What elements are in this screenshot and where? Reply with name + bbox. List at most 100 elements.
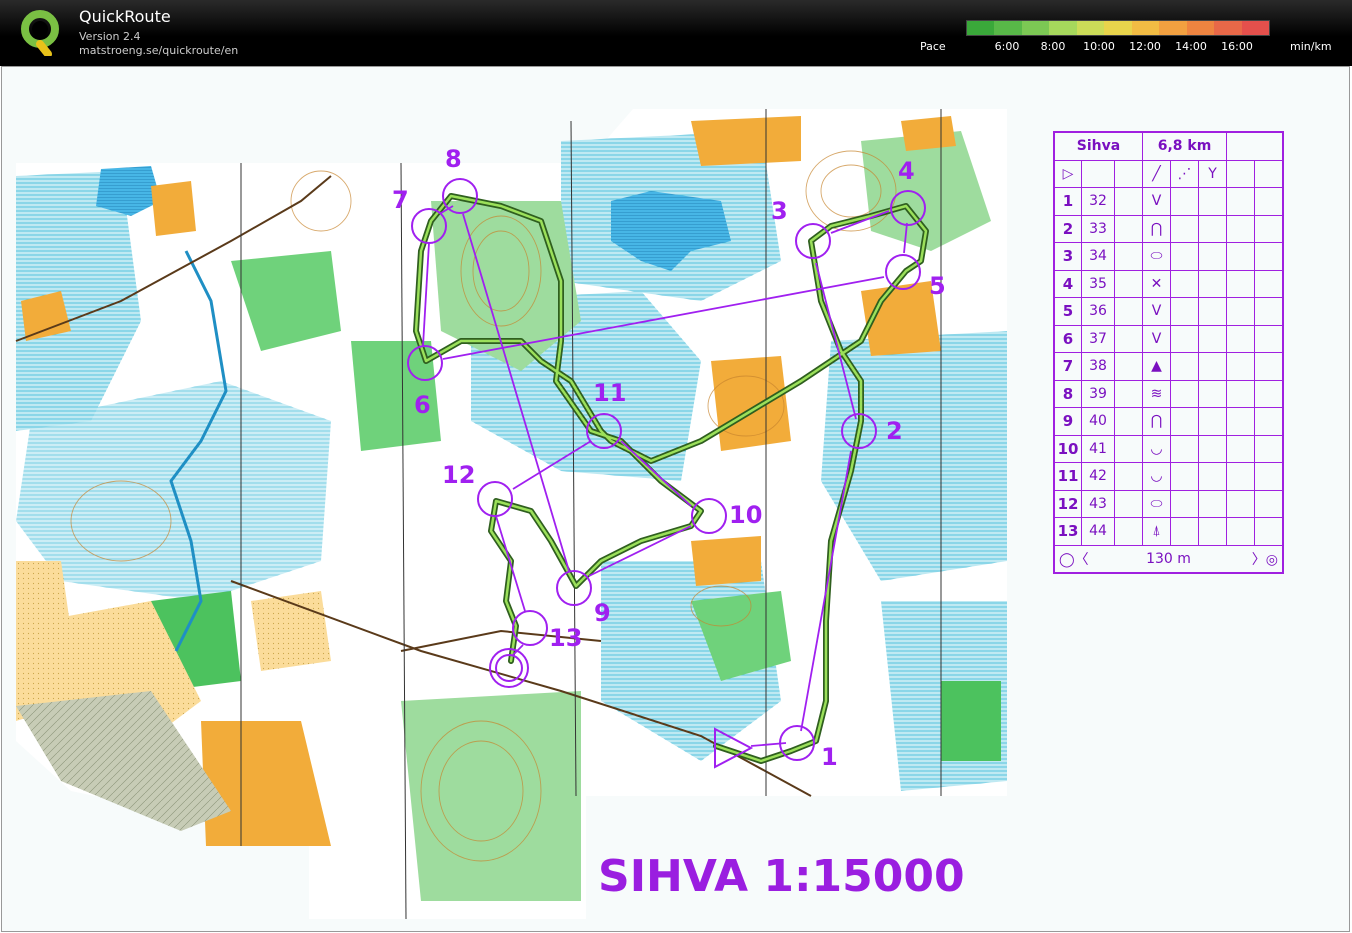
control-description-table: Sihva 6,8 km ▷ ╱ ⋰ Y 1 32 V 2 33 ⋂ 3 34 ⬭ 4 35 ✕ 5 36… — [1053, 131, 1284, 574]
control-row: 11 42 ◡ — [1053, 462, 1284, 491]
control-column-e — [1170, 297, 1199, 326]
control-column-f — [1198, 214, 1227, 243]
control-code: 34 — [1081, 242, 1115, 271]
control-column-h — [1254, 462, 1284, 491]
control-column-c — [1114, 242, 1143, 271]
svg-text:3: 3 — [771, 197, 788, 225]
control-feature-icon: ⬭ — [1142, 489, 1171, 518]
svg-text:7: 7 — [392, 186, 409, 214]
svg-text:12: 12 — [442, 461, 475, 489]
control-column-f — [1198, 324, 1227, 353]
control-column-f — [1198, 269, 1227, 298]
control-column-h — [1254, 269, 1284, 298]
pace-gradient-step — [967, 21, 995, 35]
pace-gradient-bar — [966, 20, 1270, 36]
control-column-g — [1226, 517, 1255, 546]
control-column-h — [1254, 297, 1284, 326]
control-row: 8 39 ≋ — [1053, 379, 1284, 408]
control-code: 44 — [1081, 517, 1115, 546]
control-column-h — [1254, 379, 1284, 408]
control-column-e — [1170, 242, 1199, 271]
control-column-c — [1114, 324, 1143, 353]
control-feature-icon: ◡ — [1142, 462, 1171, 491]
control-code: 40 — [1081, 407, 1115, 436]
control-column-e — [1170, 462, 1199, 491]
control-number: 7 — [1053, 352, 1082, 381]
control-column-e — [1170, 187, 1199, 216]
finish-row: ◯〈 130 m 〉◎ — [1053, 544, 1284, 574]
app-url[interactable]: matstroeng.se/quickroute/en — [79, 44, 238, 57]
pace-gradient-step — [1186, 21, 1215, 35]
control-column-e — [1170, 517, 1199, 546]
pace-gradient-step — [1049, 21, 1077, 35]
svg-text:13: 13 — [549, 624, 582, 652]
control-column-g — [1226, 352, 1255, 381]
control-number: 3 — [1053, 242, 1082, 271]
pace-tick: 16:00 — [1221, 40, 1253, 53]
control-column-g — [1226, 489, 1255, 518]
quickroute-logo-icon — [21, 10, 59, 56]
pace-tick: 6:00 — [994, 40, 1020, 53]
control-number: 6 — [1053, 324, 1082, 353]
control-feature-icon: ▲ — [1142, 352, 1171, 381]
control-number: 11 — [1053, 462, 1082, 491]
control-code: 39 — [1081, 379, 1115, 408]
svg-text:11: 11 — [593, 379, 626, 407]
control-column-h — [1254, 434, 1284, 463]
control-feature-icon: ≋ — [1142, 379, 1171, 408]
control-column-f — [1198, 187, 1227, 216]
finish-distance: 130 m — [1146, 550, 1191, 567]
start-triangle-icon: ▷ — [1053, 159, 1082, 188]
control-column-f — [1198, 407, 1227, 436]
control-row: 7 38 ▲ — [1053, 352, 1284, 381]
control-column-g — [1226, 407, 1255, 436]
control-column-c — [1114, 407, 1143, 436]
control-code: 35 — [1081, 269, 1115, 298]
control-feature-icon: ⋂ — [1142, 214, 1171, 243]
control-column-g — [1226, 324, 1255, 353]
control-column-c — [1114, 214, 1143, 243]
course-length: 6,8 km — [1142, 131, 1227, 161]
control-column-f — [1198, 352, 1227, 381]
control-column-e — [1170, 407, 1199, 436]
control-code: 42 — [1081, 462, 1115, 491]
map-terrain — [15, 109, 1007, 920]
control-code: 38 — [1081, 352, 1115, 381]
svg-text:1: 1 — [821, 743, 838, 771]
control-column-f — [1198, 434, 1227, 463]
control-feature-icon: V — [1142, 324, 1171, 353]
control-column-h — [1254, 214, 1284, 243]
control-column-g — [1226, 214, 1255, 243]
control-row: 4 35 ✕ — [1053, 269, 1284, 298]
control-column-h — [1254, 324, 1284, 353]
control-number: 13 — [1053, 517, 1082, 546]
control-column-e — [1170, 324, 1199, 353]
svg-text:5: 5 — [929, 272, 946, 300]
control-row: 12 43 ⬭ — [1053, 489, 1284, 518]
control-column-h — [1254, 352, 1284, 381]
app-version: Version 2.4 — [79, 30, 141, 43]
control-column-f — [1198, 242, 1227, 271]
control-column-c — [1114, 269, 1143, 298]
control-column-c — [1114, 489, 1143, 518]
control-column-h — [1254, 187, 1284, 216]
control-column-f — [1198, 517, 1227, 546]
control-number: 8 — [1053, 379, 1082, 408]
control-code: 32 — [1081, 187, 1115, 216]
control-number: 5 — [1053, 297, 1082, 326]
svg-text:10: 10 — [729, 501, 762, 529]
control-row: 3 34 ⬭ — [1053, 242, 1284, 271]
direction-dashed-icon: ⋰ — [1170, 159, 1199, 188]
control-feature-icon: ✕ — [1142, 269, 1171, 298]
control-row: 13 44 ⍋ — [1053, 517, 1284, 546]
svg-text:4: 4 — [898, 157, 915, 185]
control-row: 9 40 ⋂ — [1053, 407, 1284, 436]
pace-tick: 10:00 — [1083, 40, 1115, 53]
direction-icon: ╱ — [1142, 159, 1171, 188]
control-number: 12 — [1053, 489, 1082, 518]
control-column-e — [1170, 214, 1199, 243]
pace-gradient-step — [1076, 21, 1105, 35]
control-column-h — [1254, 517, 1284, 546]
app-title: QuickRoute — [79, 7, 171, 26]
control-column-f — [1198, 297, 1227, 326]
